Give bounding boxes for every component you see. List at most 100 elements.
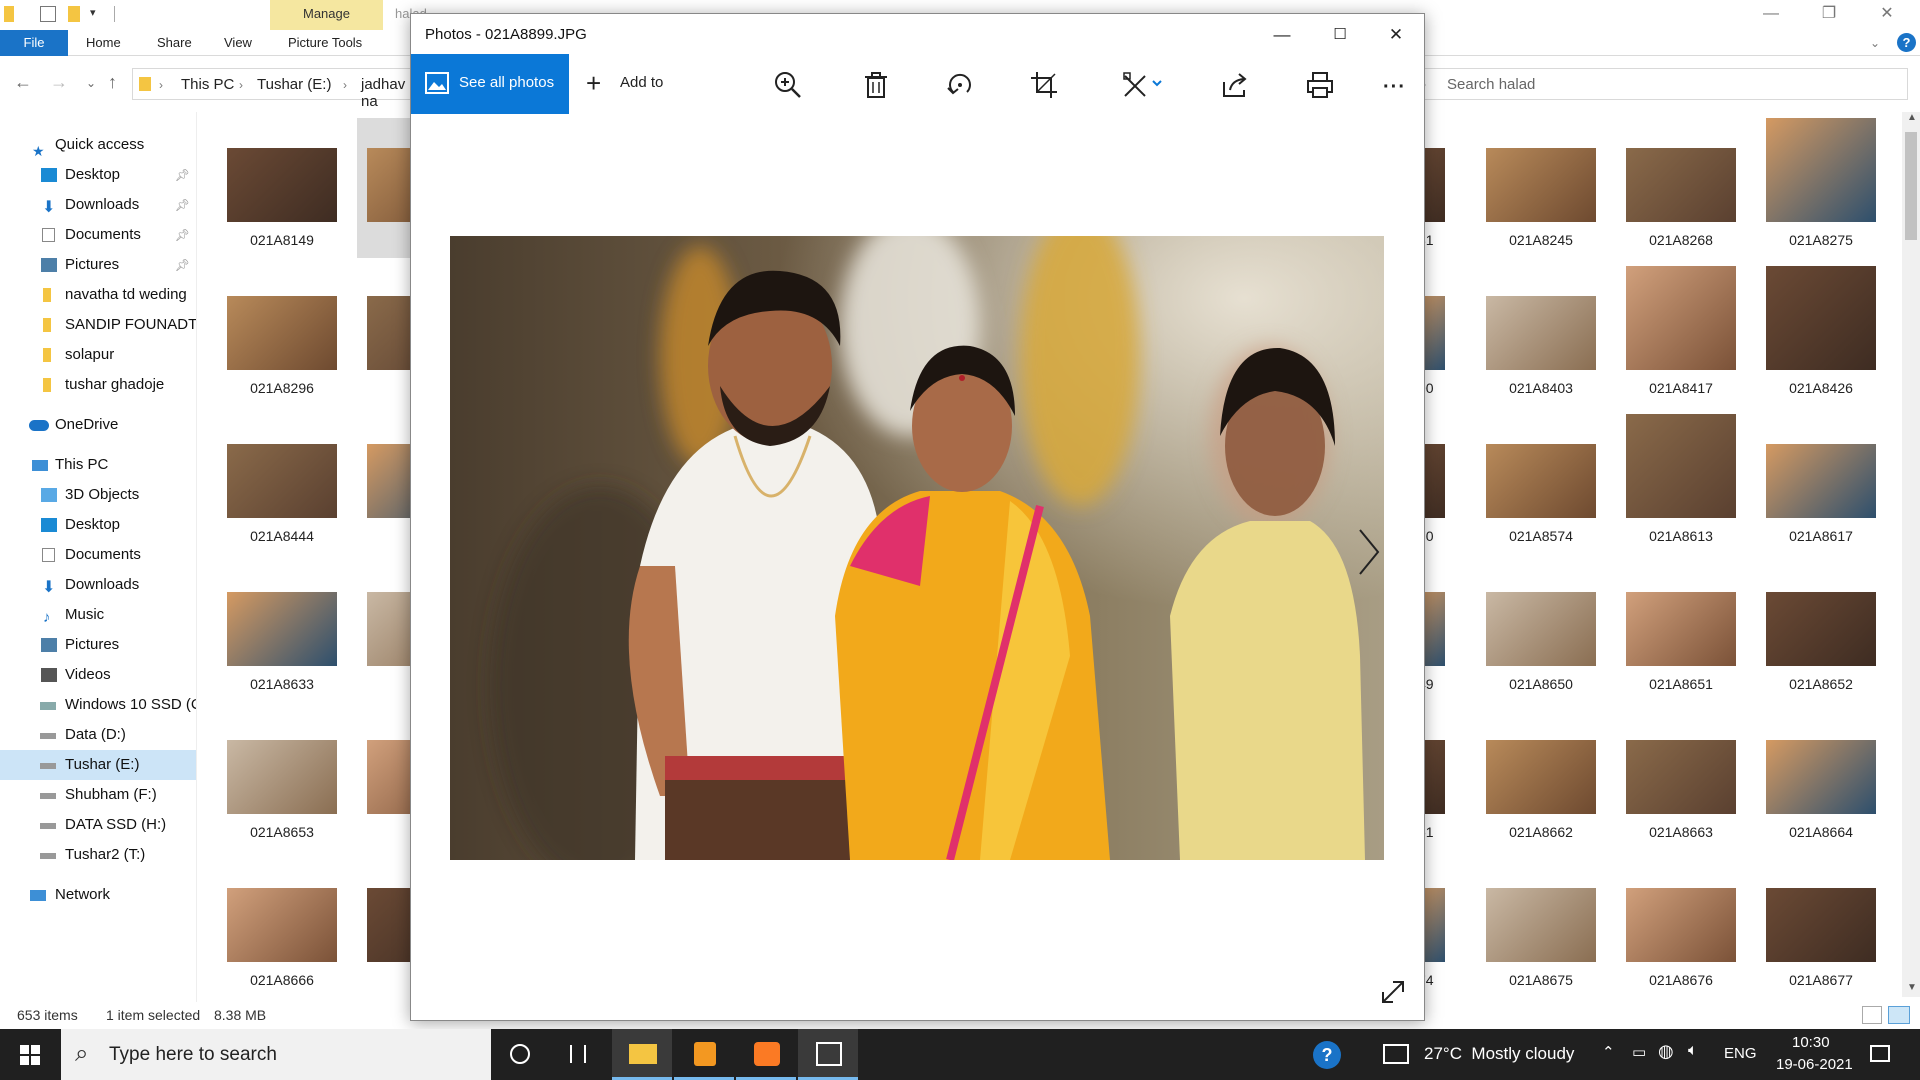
crumb-drive[interactable]: Tushar (E:) bbox=[257, 76, 331, 93]
nav-quick-access[interactable]: ★ Quick access bbox=[0, 130, 196, 160]
crumb-folder[interactable]: jadhav na bbox=[361, 76, 411, 110]
thumbnail-item[interactable]: 021A8417 bbox=[1616, 266, 1746, 406]
restore-button[interactable]: ❐ bbox=[1800, 0, 1858, 30]
thumbnail-item[interactable]: 021A8677 bbox=[1756, 858, 1886, 998]
windows-start-icon[interactable] bbox=[20, 1045, 40, 1065]
nav-onedrive[interactable]: OneDrive bbox=[0, 410, 196, 440]
address-box[interactable]: › This PC › Tushar (E:) › jadhav na bbox=[132, 68, 412, 110]
clock-date[interactable]: 19-06-2021 bbox=[1776, 1056, 1853, 1073]
search-input[interactable]: ⌕ Search halad bbox=[1410, 68, 1908, 100]
nav-pictures[interactable]: Pictures bbox=[0, 630, 196, 660]
thumbnail-item[interactable]: 021A8651 bbox=[1616, 562, 1746, 702]
notifications-icon[interactable] bbox=[1870, 1045, 1890, 1062]
help-taskbar-icon[interactable]: ? bbox=[1313, 1041, 1341, 1069]
nav-3d-objects[interactable]: 3D Objects bbox=[0, 480, 196, 510]
thumbnail-item[interactable]: 021A8275 bbox=[1756, 118, 1886, 258]
nav-pictures[interactable]: Pictures 📌︎ bbox=[0, 250, 196, 280]
forward-icon[interactable]: → bbox=[50, 72, 68, 93]
photos-maximize-button[interactable]: ☐ bbox=[1312, 20, 1368, 52]
tab-picture-tools[interactable]: Picture Tools bbox=[276, 30, 374, 56]
input-language[interactable]: ENG bbox=[1724, 1045, 1757, 1062]
network-globe-icon[interactable]: ◍ bbox=[1658, 1041, 1674, 1062]
more-icon[interactable]: ··· bbox=[1383, 76, 1406, 99]
tab-share[interactable]: Share bbox=[145, 30, 204, 56]
customize-quick-access-icon[interactable]: ▾ bbox=[90, 6, 106, 22]
vertical-scrollbar[interactable]: ▲ ▼ bbox=[1902, 112, 1920, 997]
chevron-right-icon[interactable]: › bbox=[159, 78, 163, 92]
thumbnail-item[interactable]: 021A8652 bbox=[1756, 562, 1886, 702]
nav-videos[interactable]: Videos bbox=[0, 660, 196, 690]
thumbnail-item[interactable]: 021A8574 bbox=[1476, 414, 1606, 554]
thumbnail-item[interactable]: 021A8426 bbox=[1756, 266, 1886, 406]
thumbnail-item[interactable]: 021A8675 bbox=[1476, 858, 1606, 998]
next-photo-icon[interactable] bbox=[1356, 526, 1382, 578]
thumbnail-item[interactable]: 021A8613 bbox=[1616, 414, 1746, 554]
thumbnail-item[interactable]: 021A8664 bbox=[1756, 710, 1886, 850]
delete-icon[interactable] bbox=[861, 70, 891, 100]
chevron-up-icon[interactable]: ⌃ bbox=[1602, 1043, 1615, 1061]
new-folder-icon[interactable] bbox=[68, 6, 80, 22]
large-icons-view-icon[interactable] bbox=[1888, 1006, 1910, 1024]
nav-drive-e[interactable]: Tushar (E:) bbox=[0, 750, 196, 780]
tab-file[interactable]: File bbox=[0, 30, 68, 56]
weather-text[interactable]: 27°C Mostly cloudy bbox=[1424, 1044, 1574, 1064]
chevron-right-icon[interactable]: › bbox=[239, 78, 243, 92]
help-icon[interactable]: ? bbox=[1897, 33, 1916, 52]
photos-taskbar-icon[interactable] bbox=[798, 1029, 858, 1080]
crop-icon[interactable] bbox=[1029, 70, 1059, 100]
nav-network[interactable]: Network bbox=[0, 880, 196, 910]
thumbnail-item[interactable]: 021A8653 bbox=[217, 710, 347, 850]
up-icon[interactable]: ↑ bbox=[108, 72, 117, 93]
manage-label[interactable]: Manage bbox=[270, 0, 383, 30]
nav-folder[interactable]: tushar ghadoje bbox=[0, 370, 196, 400]
share-icon[interactable] bbox=[1220, 70, 1250, 100]
nav-folder[interactable]: solapur bbox=[0, 340, 196, 370]
thumbnail-item[interactable]: 021A8444 bbox=[217, 414, 347, 554]
photos-close-button[interactable]: ✕ bbox=[1368, 20, 1424, 52]
edit-icon[interactable] bbox=[1121, 70, 1165, 100]
chevron-right-icon[interactable]: › bbox=[343, 78, 347, 92]
fullscreen-icon[interactable] bbox=[1379, 978, 1407, 1006]
thumbnail-item[interactable]: 021A8149 bbox=[217, 118, 347, 258]
tab-view[interactable]: View bbox=[212, 30, 264, 56]
nav-drive-c[interactable]: Windows 10 SSD (C bbox=[0, 690, 196, 720]
nav-drive-t[interactable]: Tushar2 (T:) bbox=[0, 840, 196, 870]
see-all-photos-button[interactable]: See all photos bbox=[411, 54, 569, 114]
thumbnail-item[interactable]: 021A8268 bbox=[1616, 118, 1746, 258]
print-icon[interactable] bbox=[1305, 70, 1335, 100]
scroll-up-icon[interactable]: ▲ bbox=[1907, 112, 1917, 123]
nav-folder[interactable]: SANDIP FOUNADTI bbox=[0, 310, 196, 340]
nav-downloads[interactable]: ⬇ Downloads 📌︎ bbox=[0, 190, 196, 220]
thumbnail-item[interactable]: 021A8650 bbox=[1476, 562, 1606, 702]
expand-ribbon-icon[interactable]: ⌄ bbox=[1870, 36, 1880, 50]
zoom-icon[interactable] bbox=[773, 70, 803, 100]
main-photo[interactable] bbox=[450, 236, 1384, 860]
thumbnail-item[interactable]: 021A8403 bbox=[1476, 266, 1606, 406]
weather-news-icon[interactable] bbox=[1383, 1044, 1409, 1064]
rotate-icon[interactable] bbox=[945, 70, 975, 100]
thumbnail-item[interactable]: 021A8676 bbox=[1616, 858, 1746, 998]
nav-folder[interactable]: navatha td weding bbox=[0, 280, 196, 310]
scrollbar-thumb[interactable] bbox=[1905, 132, 1917, 240]
nav-desktop[interactable]: Desktop bbox=[0, 510, 196, 540]
details-view-icon[interactable] bbox=[1862, 1006, 1882, 1024]
thumbnail-item[interactable]: 021A8666 bbox=[217, 858, 347, 998]
thumbnail-item[interactable]: 021A8245 bbox=[1476, 118, 1606, 258]
volume-icon[interactable]: 🔈︎ bbox=[1688, 1042, 1698, 1060]
clock-time[interactable]: 10:30 bbox=[1792, 1034, 1830, 1051]
nav-downloads[interactable]: ⬇ Downloads bbox=[0, 570, 196, 600]
xampp-taskbar-icon[interactable] bbox=[736, 1029, 796, 1080]
cortana-icon[interactable] bbox=[490, 1029, 550, 1080]
thumbnail-item[interactable]: 021A8633 bbox=[217, 562, 347, 702]
crumb-this-pc[interactable]: This PC bbox=[181, 76, 234, 93]
minimize-button[interactable]: — bbox=[1742, 0, 1800, 30]
thumbnail-item[interactable]: 021A8662 bbox=[1476, 710, 1606, 850]
nav-this-pc[interactable]: This PC bbox=[0, 450, 196, 480]
back-icon[interactable]: ← bbox=[14, 72, 32, 93]
nav-desktop[interactable]: Desktop 📌︎ bbox=[0, 160, 196, 190]
close-button[interactable]: ✕ bbox=[1858, 0, 1916, 30]
sublime-text-taskbar-icon[interactable] bbox=[674, 1029, 734, 1080]
thumbnail-item[interactable]: 021A8617 bbox=[1756, 414, 1886, 554]
task-view-icon[interactable] bbox=[550, 1029, 610, 1080]
photos-minimize-button[interactable]: — bbox=[1254, 20, 1310, 52]
